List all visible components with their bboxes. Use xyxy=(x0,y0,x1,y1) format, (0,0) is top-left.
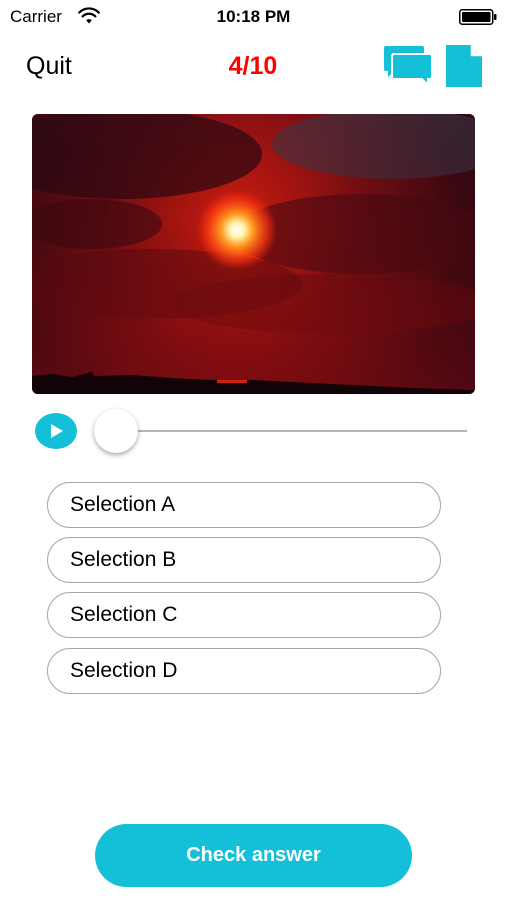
question-image xyxy=(32,114,475,394)
play-button[interactable] xyxy=(35,413,77,449)
check-answer-button[interactable]: Check answer xyxy=(95,824,412,887)
question-progress: 4/10 xyxy=(228,52,278,80)
playback-slider-thumb[interactable] xyxy=(94,409,138,453)
chat-bubbles-icon xyxy=(384,46,433,88)
quit-button[interactable]: Quit xyxy=(26,52,72,81)
document-icon xyxy=(446,45,482,87)
status-bar: Carrier 10:18 PM xyxy=(0,0,507,34)
play-icon xyxy=(51,424,63,438)
option-a-label: Selection A xyxy=(70,493,176,516)
battery-icon xyxy=(459,9,497,25)
playback-slider-track[interactable] xyxy=(116,430,467,432)
option-d-label: Selection D xyxy=(70,659,178,682)
document-button[interactable] xyxy=(444,44,484,88)
option-a[interactable]: Selection A xyxy=(47,482,441,528)
option-d[interactable]: Selection D xyxy=(47,648,441,694)
chat-button[interactable] xyxy=(382,44,434,88)
option-b[interactable]: Selection B xyxy=(47,537,441,583)
option-b-label: Selection B xyxy=(70,548,177,571)
option-c-label: Selection C xyxy=(70,603,178,626)
clock: 10:18 PM xyxy=(216,7,291,26)
option-c[interactable]: Selection C xyxy=(47,592,441,638)
sunset-image xyxy=(32,114,475,394)
